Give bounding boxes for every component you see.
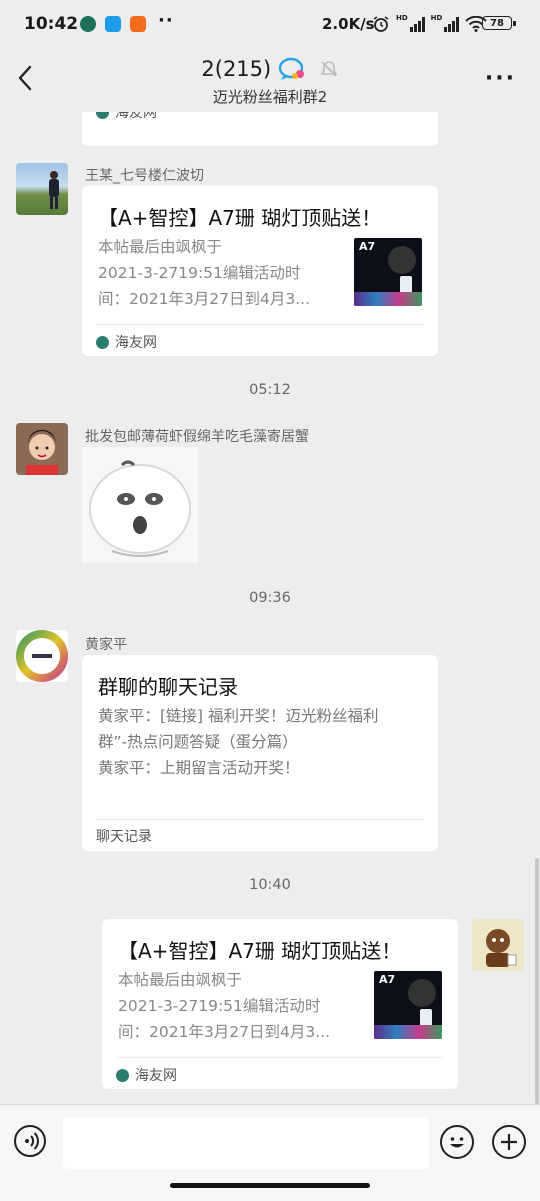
chat-area[interactable]: 海友网 王某_七号楼仁波切 【A+智控】A7珊 瑚灯顶贴送！ 本帖最后由飒枫于 … xyxy=(0,112,540,1104)
more-notifications-indicator: ·· xyxy=(158,10,174,31)
chat-record-card[interactable]: 群聊的聊天记录 黄家平：[链接] 福利开奖！迈光粉丝福利 群”-热点问题答疑（蛋… xyxy=(82,655,438,851)
sticker-image[interactable] xyxy=(82,447,198,563)
card-footer: 聊天记录 xyxy=(96,829,152,845)
card-source-label: 海友网 xyxy=(115,112,157,121)
card-title: 群聊的聊天记录 xyxy=(98,675,238,699)
thumb-label: A7 xyxy=(359,240,376,253)
card-desc-line: 间：2021年3月27日到4月3... xyxy=(118,1023,331,1041)
card-desc-line: 间：2021年3月27日到4月3... xyxy=(98,290,311,308)
chat-title[interactable]: 2(215) xyxy=(0,56,540,82)
person-silhouette-icon xyxy=(49,171,59,209)
timestamp: 10:40 xyxy=(249,877,291,893)
chat-subtitle: 迈光粉丝福利群2 xyxy=(212,88,328,106)
card-desc-line: 本帖最后由飒枫于 xyxy=(98,238,223,256)
sender-name: 王某_七号楼仁波切 xyxy=(85,168,204,184)
hd-label: HD xyxy=(430,14,443,22)
card-desc-line: 2021-3-2719:51编辑活动时 xyxy=(98,264,301,282)
haiyou-logo-icon xyxy=(96,112,109,119)
my-link-card[interactable]: 【A+智控】A7珊 瑚灯顶贴送！ 本帖最后由飒枫于 2021-3-2719:51… xyxy=(102,919,458,1089)
card-source: 海友网 xyxy=(96,112,157,122)
voice-icon[interactable] xyxy=(14,1125,46,1157)
record-line: 群”-热点问题答疑（蛋分篇） xyxy=(98,733,298,751)
card-desc-line: 本帖最后由飒枫于 xyxy=(118,971,243,989)
scrollbar[interactable] xyxy=(535,858,539,1104)
link-card[interactable]: 【A+智控】A7珊 瑚灯顶贴送！ 本帖最后由飒枫于 2021-3-2719:51… xyxy=(82,186,438,356)
hd-label: HD xyxy=(396,14,408,22)
battery-icon: 78 xyxy=(482,16,516,30)
group-name-count: 2(215) xyxy=(201,57,272,81)
home-indicator[interactable] xyxy=(170,1183,370,1188)
app-notification-icon xyxy=(80,16,96,32)
avatar[interactable] xyxy=(16,630,68,682)
record-line: 黄家平：[链接] 福利开奖！迈光粉丝福利 xyxy=(98,707,379,725)
card-source-label: 海友网 xyxy=(135,1068,177,1084)
network-speed: 2.0K/s xyxy=(322,15,375,33)
card-source: 海友网 xyxy=(96,332,157,352)
status-icons: HD HD xyxy=(372,14,488,34)
avatar[interactable] xyxy=(16,163,68,215)
signal-icon xyxy=(409,16,425,32)
timestamp: 09:36 xyxy=(249,590,291,606)
plus-icon[interactable] xyxy=(492,1125,526,1159)
status-bar: 10:42 ·· 2.0K/s HD HD 78 xyxy=(0,0,540,50)
my-avatar[interactable] xyxy=(472,919,524,971)
card-source-label: 海友网 xyxy=(115,335,157,351)
card-source: 海友网 xyxy=(116,1065,177,1085)
card-divider xyxy=(116,1057,444,1058)
more-menu-icon[interactable]: ··· xyxy=(485,66,516,91)
cartoon-avatar-icon xyxy=(472,919,524,971)
record-line: 黄家平：上期留言活动开奖！ xyxy=(98,759,300,777)
card-title: 【A+智控】A7珊 瑚灯顶贴送！ xyxy=(118,939,402,963)
qq-badge-icon xyxy=(278,57,304,80)
chat-header: 2(215) 迈光粉丝福利群2 ··· xyxy=(0,50,540,110)
link-card-partial[interactable]: 海友网 xyxy=(82,112,438,146)
card-divider xyxy=(96,819,424,820)
card-divider xyxy=(96,324,424,325)
card-thumbnail: A7 xyxy=(374,971,442,1039)
card-thumbnail: A7 xyxy=(354,238,422,306)
alarm-icon xyxy=(373,16,389,32)
child-portrait-icon xyxy=(16,423,68,475)
sender-name: 批发包邮薄荷虾假绵羊吃毛藻寄居蟹 xyxy=(85,429,309,445)
message-input[interactable] xyxy=(63,1117,429,1169)
mute-bell-icon xyxy=(320,61,338,77)
status-time: 10:42 xyxy=(24,14,79,34)
card-desc-line: 2021-3-2719:51编辑活动时 xyxy=(118,997,321,1015)
card-title: 【A+智控】A7珊 瑚灯顶贴送！ xyxy=(98,206,382,230)
app-notification-icon xyxy=(105,16,121,32)
thumb-label: A7 xyxy=(379,973,396,986)
colorful-logo-icon xyxy=(16,630,68,682)
sender-name: 黄家平 xyxy=(85,637,127,653)
timestamp: 05:12 xyxy=(249,382,291,398)
sticker-face-icon xyxy=(82,447,198,563)
haiyou-logo-icon xyxy=(96,335,109,349)
app-notification-icon xyxy=(130,16,146,32)
haiyou-logo-icon xyxy=(116,1068,129,1082)
emoji-icon[interactable] xyxy=(440,1125,474,1159)
signal-icon xyxy=(444,16,460,32)
avatar[interactable] xyxy=(16,423,68,475)
